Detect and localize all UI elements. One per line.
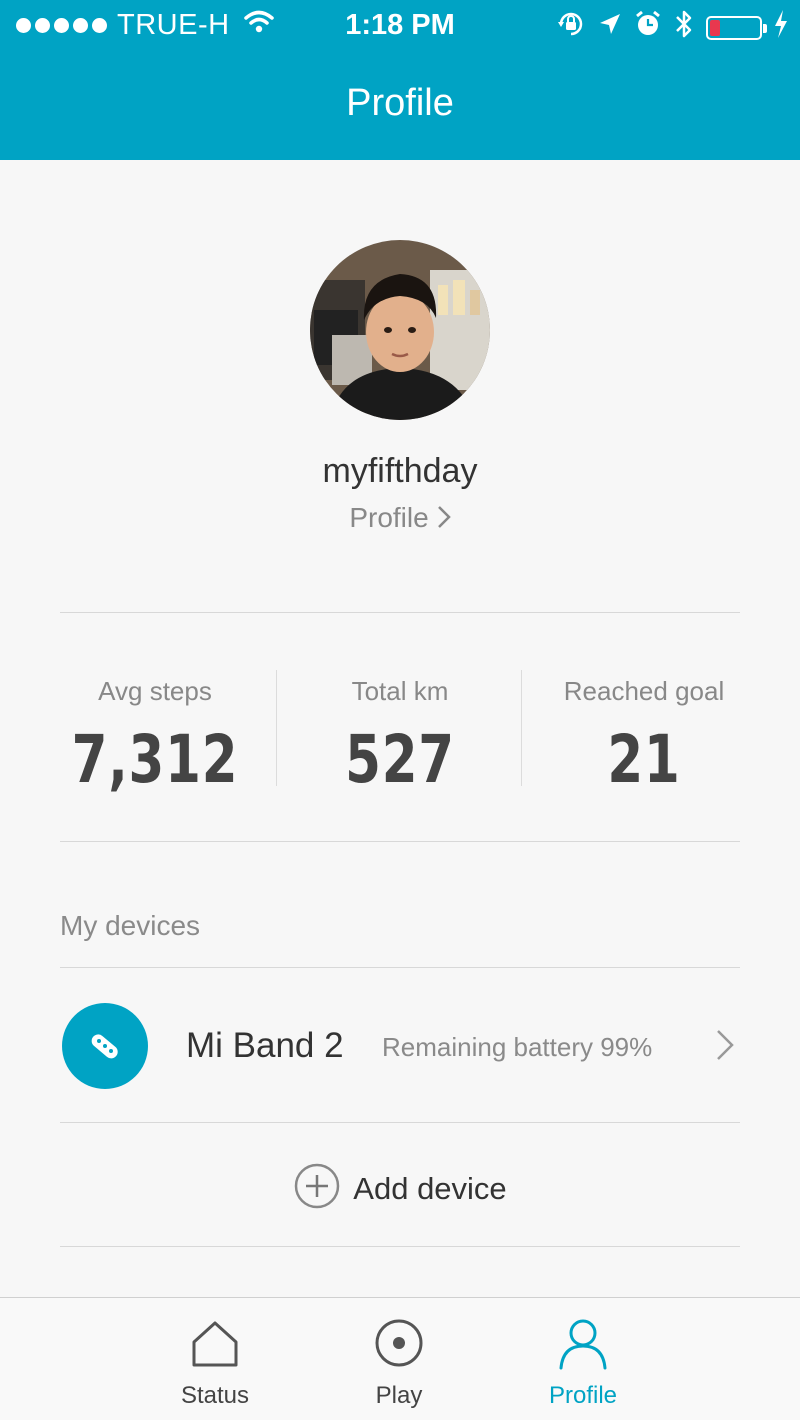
divider (60, 1122, 740, 1123)
divider (60, 967, 740, 968)
divider (60, 1246, 740, 1247)
status-bar: TRUE-H 1:18 PM (0, 0, 800, 52)
battery-icon (706, 16, 767, 40)
device-row-mi-band-2[interactable]: Mi Band 2 Remaining battery 99% (60, 970, 740, 1122)
charging-bolt-icon (774, 10, 788, 46)
chevron-right-icon (437, 504, 451, 536)
device-battery-status: Remaining battery 99% (382, 1032, 653, 1062)
username: myfifthday (322, 452, 478, 490)
profile-link-label: Profile (349, 502, 429, 533)
rotation-lock-icon (556, 9, 586, 47)
avatar[interactable] (310, 240, 490, 420)
page-title: Profile (346, 82, 454, 124)
stat-total-km: Total km 527 (287, 676, 513, 798)
stat-label: Avg steps (98, 676, 212, 706)
stat-label: Total km (351, 676, 449, 706)
alarm-icon (634, 10, 662, 46)
divider (521, 670, 522, 786)
tab-label: Play (375, 1382, 423, 1409)
band-icon (62, 1003, 148, 1089)
stat-label: Reached goal (563, 676, 725, 706)
profile-link[interactable]: Profile (0, 502, 800, 536)
divider (276, 670, 277, 786)
divider (60, 841, 740, 842)
tab-label: Profile (548, 1382, 618, 1409)
add-device-button[interactable]: Add device (0, 1162, 800, 1212)
add-device-label: Add device (353, 1170, 507, 1206)
tab-label: Status (180, 1382, 250, 1409)
tab-status[interactable]: Status (135, 1298, 295, 1420)
section-title-my-devices: My devices (60, 910, 201, 941)
tab-play[interactable]: Play (319, 1298, 479, 1420)
stat-value: 21 (607, 721, 681, 798)
stat-value: 7,312 (71, 721, 239, 798)
stat-reached-goal: Reached goal 21 (531, 676, 757, 798)
tab-bar: Status Play Profile (0, 1297, 800, 1420)
bluetooth-icon (674, 8, 694, 48)
chevron-right-icon (716, 1029, 734, 1066)
stat-avg-steps: Avg steps 7,312 (42, 676, 268, 798)
device-name: Mi Band 2 (186, 1026, 344, 1065)
plus-circle-icon (293, 1162, 341, 1215)
divider (60, 612, 740, 613)
tab-profile[interactable]: Profile (503, 1298, 663, 1420)
stat-value: 527 (345, 721, 455, 798)
location-arrow-icon (598, 11, 622, 45)
app-header: TRUE-H 1:18 PM Profile (0, 0, 800, 160)
